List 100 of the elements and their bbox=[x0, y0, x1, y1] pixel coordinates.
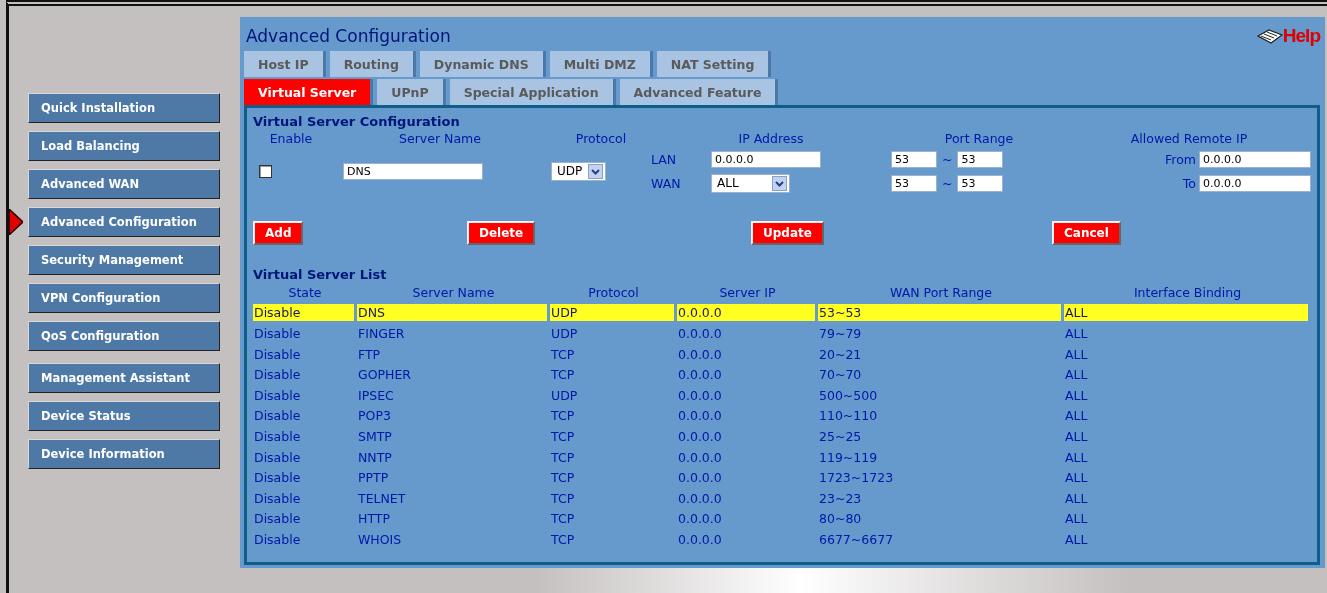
table-cell-text: ALL bbox=[1064, 345, 1089, 363]
table-cell-text: TCP bbox=[550, 530, 576, 548]
table-cell: UDP bbox=[550, 304, 674, 322]
table-cell-text: IPSEC bbox=[357, 386, 395, 404]
table-cell-text: TCP bbox=[550, 366, 576, 384]
column-header: State bbox=[287, 284, 323, 300]
table-cell-text: 0.0.0.0 bbox=[677, 427, 723, 445]
sidebar-item[interactable]: Device Information bbox=[28, 439, 220, 469]
table-cell-text: ALL bbox=[1064, 510, 1089, 528]
table-cell-text: ALL bbox=[1064, 407, 1089, 425]
tab[interactable]: NAT Setting bbox=[656, 51, 772, 77]
table-cell-text: Disable bbox=[253, 448, 302, 466]
table-cell-text: ALL bbox=[1064, 427, 1089, 445]
table-cell-text: 0.0.0.0 bbox=[677, 510, 723, 528]
table-cell: 0.0.0.0 bbox=[677, 304, 815, 322]
column-header: Interface Binding bbox=[1132, 284, 1243, 300]
table-cell-text: ALL bbox=[1064, 469, 1089, 487]
column-header: Enable bbox=[268, 130, 314, 146]
port-field[interactable]: 53 bbox=[891, 174, 937, 192]
tab[interactable]: Dynamic DNS bbox=[419, 51, 546, 77]
column-header: WAN Port Range bbox=[889, 284, 993, 300]
action-button[interactable]: Delete bbox=[467, 221, 536, 245]
column-header: Protocol bbox=[574, 130, 628, 146]
table-cell-text: 1723~1723 bbox=[818, 469, 895, 487]
column-header: Server IP bbox=[718, 284, 777, 300]
table-cell-text: 0.0.0.0 bbox=[677, 469, 723, 487]
table-cell-text: HTTP bbox=[357, 510, 391, 528]
table-cell-text: 0.0.0.0 bbox=[677, 386, 723, 404]
sidebar-item[interactable]: Security Management bbox=[28, 245, 220, 275]
table-cell-text: NNTP bbox=[357, 448, 393, 466]
section-title: Virtual Server List bbox=[253, 267, 388, 282]
column-header: IP Address bbox=[737, 130, 805, 146]
field-label: LAN bbox=[651, 151, 678, 167]
table-cell-text: ALL bbox=[1064, 530, 1089, 548]
table-cell-text: TELNET bbox=[357, 489, 407, 507]
tab[interactable]: Advanced Feature bbox=[619, 79, 779, 105]
sidebar-item[interactable]: Management Assistant bbox=[28, 363, 220, 393]
column-header: Server Name bbox=[398, 130, 482, 146]
sidebar-item[interactable]: Quick Installation bbox=[28, 93, 220, 123]
wan-select[interactable]: ALL bbox=[711, 173, 790, 193]
sidebar-item[interactable]: Advanced Configuration bbox=[28, 207, 220, 237]
table-cell: DNS bbox=[357, 304, 547, 322]
lan-ip-field[interactable]: 0.0.0.0 bbox=[711, 150, 821, 168]
table-cell-text: Disable bbox=[253, 510, 302, 528]
port-field[interactable]: 53 bbox=[957, 150, 1004, 168]
action-button[interactable]: Update bbox=[751, 221, 824, 245]
table-cell-text: 0.0.0.0 bbox=[677, 530, 723, 548]
table-cell-text: UDP bbox=[550, 386, 579, 404]
sidebar-item[interactable]: Load Balancing bbox=[28, 131, 220, 161]
table-cell-text: POP3 bbox=[357, 407, 392, 425]
table-cell-text: Disable bbox=[253, 325, 302, 342]
table-cell-text: WHOIS bbox=[357, 530, 403, 548]
table-cell-text: ALL bbox=[1064, 489, 1089, 507]
remote-ip-field[interactable]: 0.0.0.0 bbox=[1199, 174, 1311, 192]
table-cell-text: 79~79 bbox=[818, 325, 863, 342]
table-cell-text: TCP bbox=[550, 427, 576, 445]
table-cell-text: FTP bbox=[357, 345, 382, 363]
protocol-select[interactable]: UDP bbox=[551, 161, 607, 181]
field-label: WAN bbox=[651, 175, 682, 191]
tab[interactable]: Routing bbox=[329, 51, 416, 77]
table-cell-text: Disable bbox=[253, 345, 302, 363]
book-icon bbox=[1256, 27, 1283, 45]
enable-checkbox[interactable] bbox=[259, 164, 272, 178]
column-header: Server Name bbox=[411, 284, 496, 300]
sidebar-item[interactable]: Advanced WAN bbox=[28, 169, 220, 199]
section-title: Virtual Server Configuration bbox=[253, 114, 461, 129]
remote-ip-field[interactable]: 0.0.0.0 bbox=[1199, 150, 1311, 168]
table-cell-text: 119~119 bbox=[818, 448, 879, 466]
server-name-field[interactable]: DNS bbox=[343, 162, 483, 180]
table-cell-text: Disable bbox=[253, 469, 302, 487]
tab[interactable]: Multi DMZ bbox=[549, 51, 653, 77]
table-cell-text: 80~80 bbox=[818, 510, 863, 528]
table-cell-text: UDP bbox=[550, 325, 579, 342]
table-cell-text: ALL bbox=[1064, 325, 1089, 342]
action-button[interactable]: Cancel bbox=[1052, 221, 1121, 245]
sidebar-item[interactable]: Device Status bbox=[28, 401, 220, 431]
column-header: Protocol bbox=[587, 284, 640, 300]
tab[interactable]: UPnP bbox=[377, 79, 446, 105]
table-cell-text: ALL bbox=[1064, 448, 1089, 466]
sidebar-item[interactable]: VPN Configuration bbox=[28, 283, 220, 313]
table-cell-text: Disable bbox=[253, 386, 302, 404]
table-cell-text: GOPHER bbox=[357, 366, 413, 384]
action-button[interactable]: Add bbox=[253, 221, 304, 245]
table-cell-text: TCP bbox=[550, 345, 576, 363]
table-cell-text: Disable bbox=[253, 366, 302, 384]
tab[interactable]: Virtual Server bbox=[244, 79, 374, 105]
column-header: Allowed Remote IP bbox=[1129, 130, 1249, 146]
table-cell-text: 20~21 bbox=[818, 345, 863, 363]
table-cell-text: FINGER bbox=[357, 325, 406, 342]
tab[interactable]: Special Application bbox=[449, 79, 616, 105]
sidebar-item[interactable]: QoS Configuration bbox=[28, 321, 220, 351]
table-cell-text: 25~25 bbox=[818, 427, 863, 445]
table-cell-text: PPTP bbox=[357, 469, 390, 487]
dropdown-icon bbox=[588, 163, 604, 179]
table-cell-text: TCP bbox=[550, 489, 576, 507]
port-field[interactable]: 53 bbox=[957, 174, 1004, 192]
port-field[interactable]: 53 bbox=[891, 150, 937, 168]
table-cell-text: 0.0.0.0 bbox=[677, 489, 723, 507]
table-cell-text: 23~23 bbox=[818, 489, 863, 507]
tab[interactable]: Host IP bbox=[244, 51, 326, 77]
